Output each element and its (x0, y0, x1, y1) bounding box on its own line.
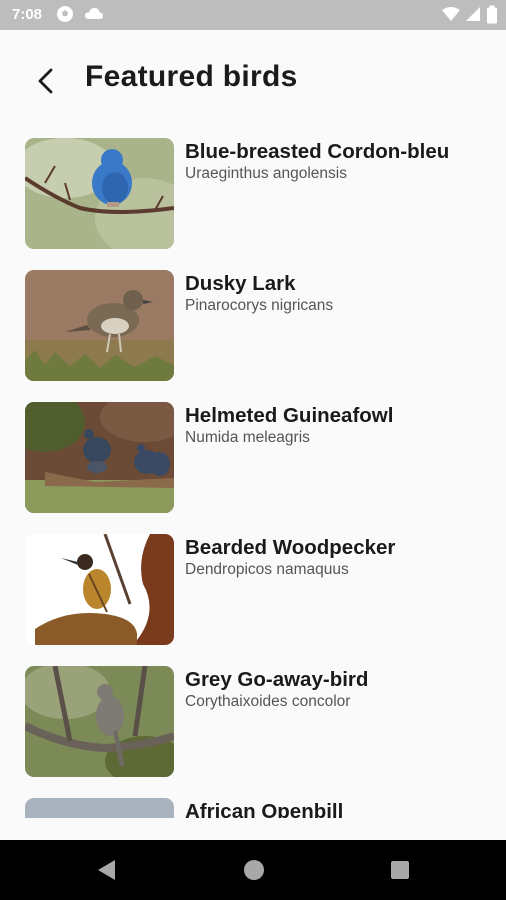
status-bar: 7:08 (0, 0, 506, 30)
nav-home-button[interactable] (242, 858, 266, 887)
triangle-back-icon (95, 860, 117, 886)
bird-photo (25, 534, 174, 645)
bird-list[interactable]: Blue-breasted Cordon-bleu Uraeginthus an… (0, 130, 506, 818)
bird-list-item[interactable]: Blue-breasted Cordon-bleu Uraeginthus an… (0, 130, 506, 250)
cloud-icon (84, 5, 104, 28)
bird-name: Dusky Lark (185, 272, 296, 295)
bird-photo (25, 138, 174, 249)
bird-name: Bearded Woodpecker (185, 536, 396, 559)
page-title: Featured birds (85, 60, 298, 93)
bird-list-item[interactable]: Helmeted Guineafowl Numida meleagris (0, 394, 506, 514)
status-time: 7:08 (12, 6, 43, 23)
bird-name: African Openbill (185, 800, 344, 818)
bird-list-item[interactable]: Dusky Lark Pinarocorys nigricans (0, 262, 506, 382)
wifi-icon (441, 5, 461, 28)
circle-home-icon (242, 860, 266, 886)
bird-scientific-name: Numida meleagris (185, 429, 310, 446)
bird-name: Grey Go-away-bird (185, 668, 369, 691)
app-bar: Featured birds (0, 30, 506, 130)
bird-photo (25, 270, 174, 381)
bird-scientific-name: Dendropicos namaquus (185, 561, 349, 578)
back-button[interactable] (30, 64, 64, 98)
bird-scientific-name: Corythaixoides concolor (185, 693, 351, 710)
square-recents-icon (389, 861, 411, 886)
bird-list-item[interactable]: Grey Go-away-bird Corythaixoides concolo… (0, 658, 506, 778)
signal-icon (464, 5, 482, 28)
system-nav-bar (0, 840, 506, 900)
nav-back-button[interactable] (95, 858, 117, 887)
bird-photo (25, 666, 174, 777)
bird-list-item[interactable]: African Openbill (0, 790, 506, 818)
soccer-ball-icon (56, 5, 74, 28)
bird-scientific-name: Uraeginthus angolensis (185, 165, 347, 182)
bird-list-item[interactable]: Bearded Woodpecker Dendropicos namaquus (0, 526, 506, 646)
nav-recents-button[interactable] (389, 858, 411, 887)
bird-scientific-name: Pinarocorys nigricans (185, 297, 334, 314)
bird-photo (25, 402, 174, 513)
back-arrow-icon (30, 68, 64, 102)
battery-icon (486, 5, 498, 30)
bird-photo (25, 798, 174, 818)
bird-name: Helmeted Guineafowl (185, 404, 394, 427)
bird-name: Blue-breasted Cordon-bleu (185, 140, 450, 163)
